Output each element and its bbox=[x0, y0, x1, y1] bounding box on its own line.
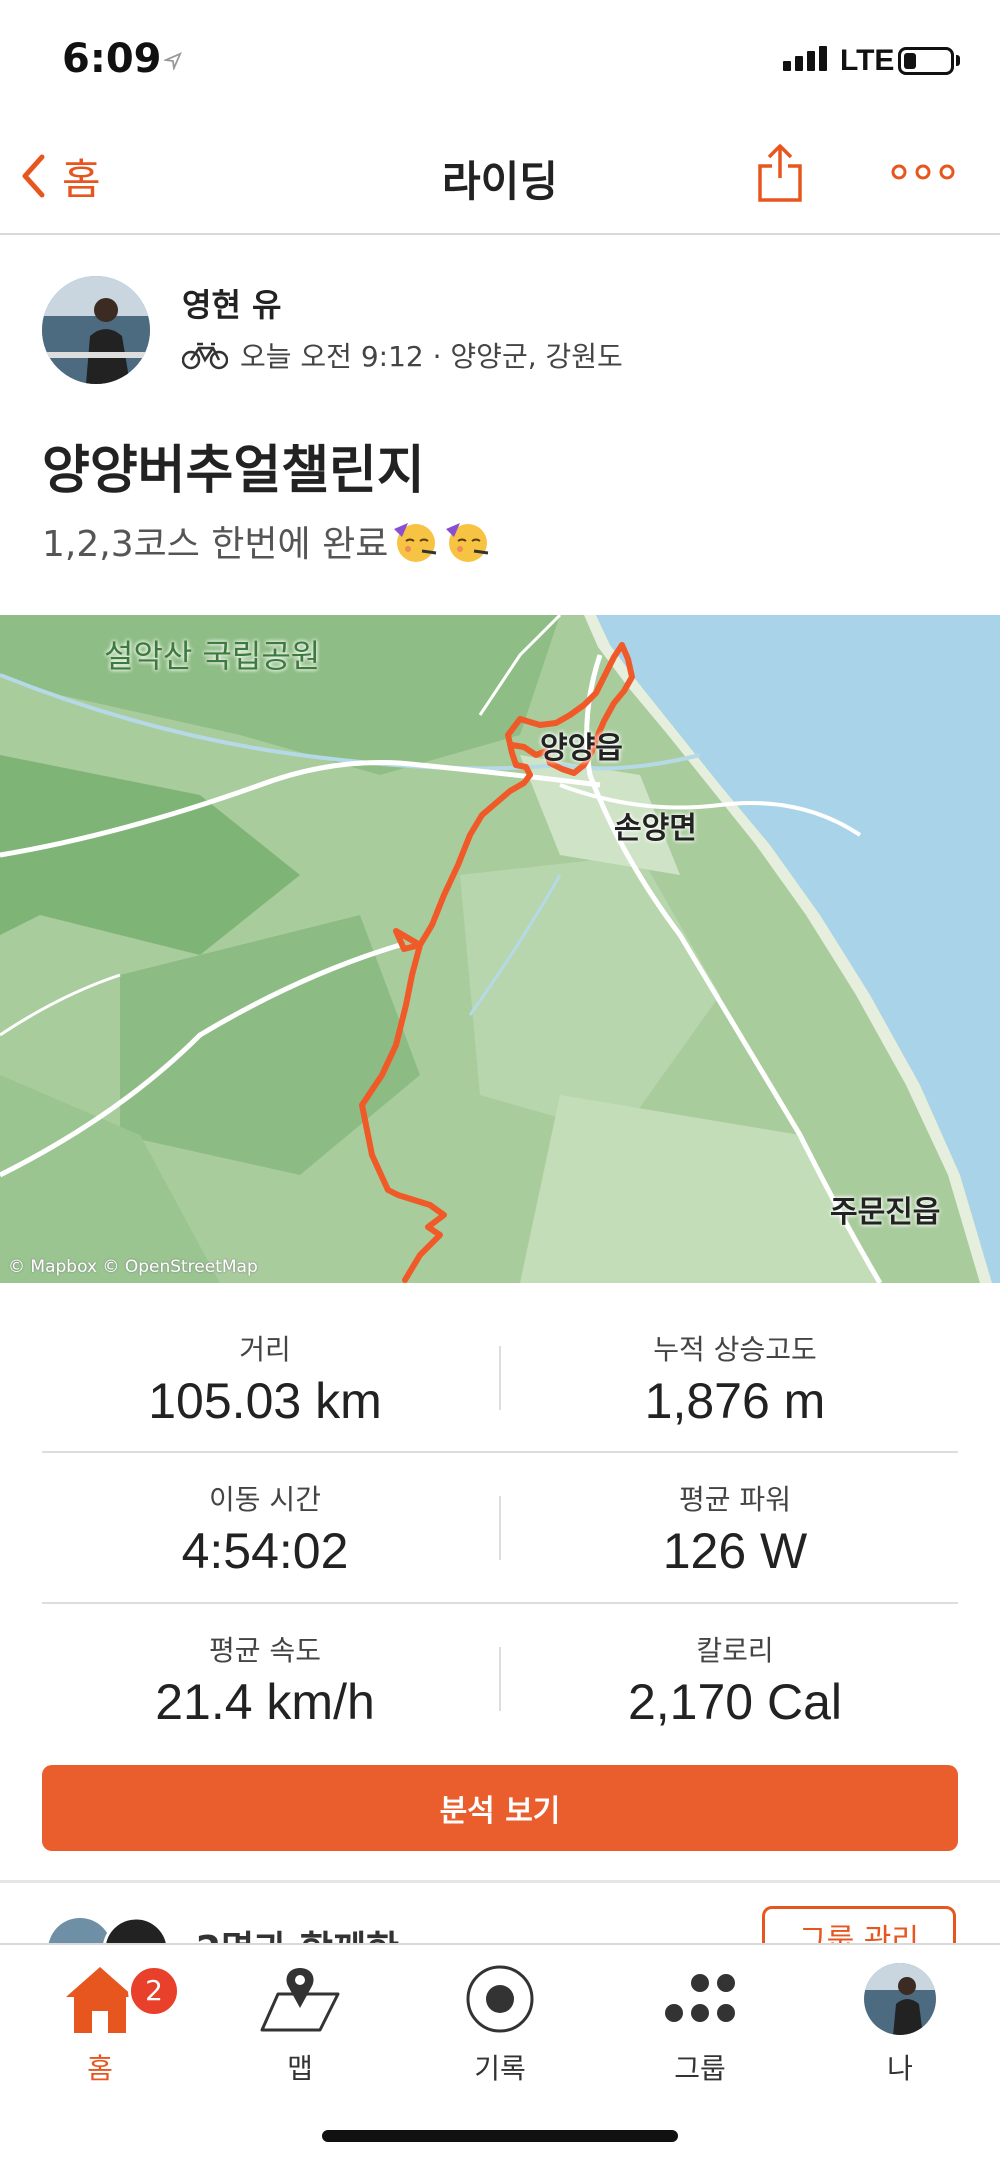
map-canvas bbox=[0, 615, 1000, 1283]
activity-meta: 오늘 오전 9:12 · 양양군, 강원도 bbox=[182, 335, 623, 375]
partying-face-emoji-icon bbox=[446, 523, 489, 562]
athlete-name[interactable]: 영현 유 bbox=[182, 280, 281, 326]
tab-maps[interactable]: 맵 bbox=[200, 1953, 400, 2103]
notification-badge: 2 bbox=[128, 1965, 180, 2017]
tab-groups[interactable]: 그룹 bbox=[600, 1953, 800, 2103]
stat-label: 칼로리 bbox=[696, 1634, 774, 1667]
activity-title: 양양버추얼챌린지 bbox=[42, 441, 425, 501]
more-options-icon[interactable] bbox=[890, 162, 956, 182]
status-time: 6:09 bbox=[62, 36, 162, 82]
stat-distance: 거리 105.03 km bbox=[15, 1328, 515, 1430]
record-icon bbox=[466, 1965, 534, 2033]
partying-face-emoji-icon bbox=[394, 523, 437, 562]
tab-label: 맵 bbox=[287, 2052, 313, 2085]
stat-value: 105.03 km bbox=[148, 1373, 382, 1429]
activity-description-text: 1,2,3코스 한번에 완료 bbox=[42, 524, 389, 565]
section-divider bbox=[0, 1880, 1000, 1883]
home-icon bbox=[66, 1967, 134, 2033]
stat-label: 평균 속도 bbox=[209, 1634, 321, 1667]
groups-icon bbox=[665, 1974, 735, 2022]
battery-icon bbox=[898, 47, 954, 75]
tab-label: 나 bbox=[887, 2052, 913, 2085]
activity-meta-text: 오늘 오전 9:12 · 양양군, 강원도 bbox=[240, 340, 623, 373]
map-label-town-jumunjin: 주문진읍 bbox=[830, 1195, 941, 1230]
stat-average-power: 평균 파워 126 W bbox=[485, 1478, 985, 1580]
tab-home[interactable]: 홈 2 bbox=[0, 1953, 200, 2103]
stat-label: 거리 bbox=[239, 1333, 291, 1366]
cellular-signal-icon bbox=[783, 46, 831, 71]
map-label-park: 설악산 국립공원 bbox=[104, 637, 321, 675]
tab-label: 홈 bbox=[87, 2052, 113, 2085]
tab-you[interactable]: 나 bbox=[800, 1953, 1000, 2103]
battery-tip bbox=[956, 55, 960, 66]
page-title: 라이딩 bbox=[442, 157, 558, 206]
stat-moving-time: 이동 시간 4:54:02 bbox=[15, 1478, 515, 1580]
location-arrow-icon bbox=[164, 52, 182, 70]
stat-label: 누적 상승고도 bbox=[653, 1333, 817, 1366]
stat-row-divider bbox=[42, 1451, 958, 1453]
activity-description: 1,2,3코스 한번에 완료 bbox=[42, 515, 492, 567]
bicycle-icon bbox=[182, 342, 228, 370]
stat-value: 21.4 km/h bbox=[155, 1674, 375, 1730]
map-pin-icon bbox=[260, 1968, 340, 2032]
route-map[interactable]: 설악산 국립공원 양양읍 손양면 주문진읍 © Mapbox © OpenStr… bbox=[0, 615, 1000, 1283]
stat-label: 평균 파워 bbox=[679, 1483, 791, 1516]
tab-label: 그룹 bbox=[674, 2052, 726, 2085]
network-type: LTE bbox=[840, 44, 895, 77]
stat-elevation-gain: 누적 상승고도 1,876 m bbox=[485, 1328, 985, 1430]
stat-value: 126 W bbox=[662, 1523, 808, 1579]
athlete-avatar[interactable] bbox=[42, 276, 150, 384]
stat-value: 1,876 m bbox=[644, 1373, 826, 1429]
map-label-town-sonyang: 손양면 bbox=[614, 811, 697, 846]
tab-label: 기록 bbox=[474, 2052, 526, 2085]
stat-average-speed: 평균 속도 21.4 km/h bbox=[15, 1629, 515, 1731]
stat-value: 2,170 Cal bbox=[627, 1674, 843, 1730]
stat-row-divider bbox=[42, 1602, 958, 1604]
stat-label: 이동 시간 bbox=[209, 1483, 321, 1516]
map-label-town-yangyang: 양양읍 bbox=[540, 731, 623, 766]
share-icon[interactable] bbox=[756, 142, 804, 204]
profile-avatar bbox=[864, 1963, 936, 2035]
stat-calories: 칼로리 2,170 Cal bbox=[485, 1629, 985, 1731]
navigation-bar: 홈 라이딩 bbox=[0, 120, 1000, 235]
view-analysis-button[interactable]: 분석 보기 bbox=[42, 1765, 958, 1851]
map-attribution[interactable]: © Mapbox © OpenStreetMap bbox=[8, 1257, 258, 1277]
stat-value: 4:54:02 bbox=[181, 1523, 349, 1579]
home-indicator[interactable] bbox=[322, 2130, 678, 2142]
tab-record[interactable]: 기록 bbox=[400, 1953, 600, 2103]
